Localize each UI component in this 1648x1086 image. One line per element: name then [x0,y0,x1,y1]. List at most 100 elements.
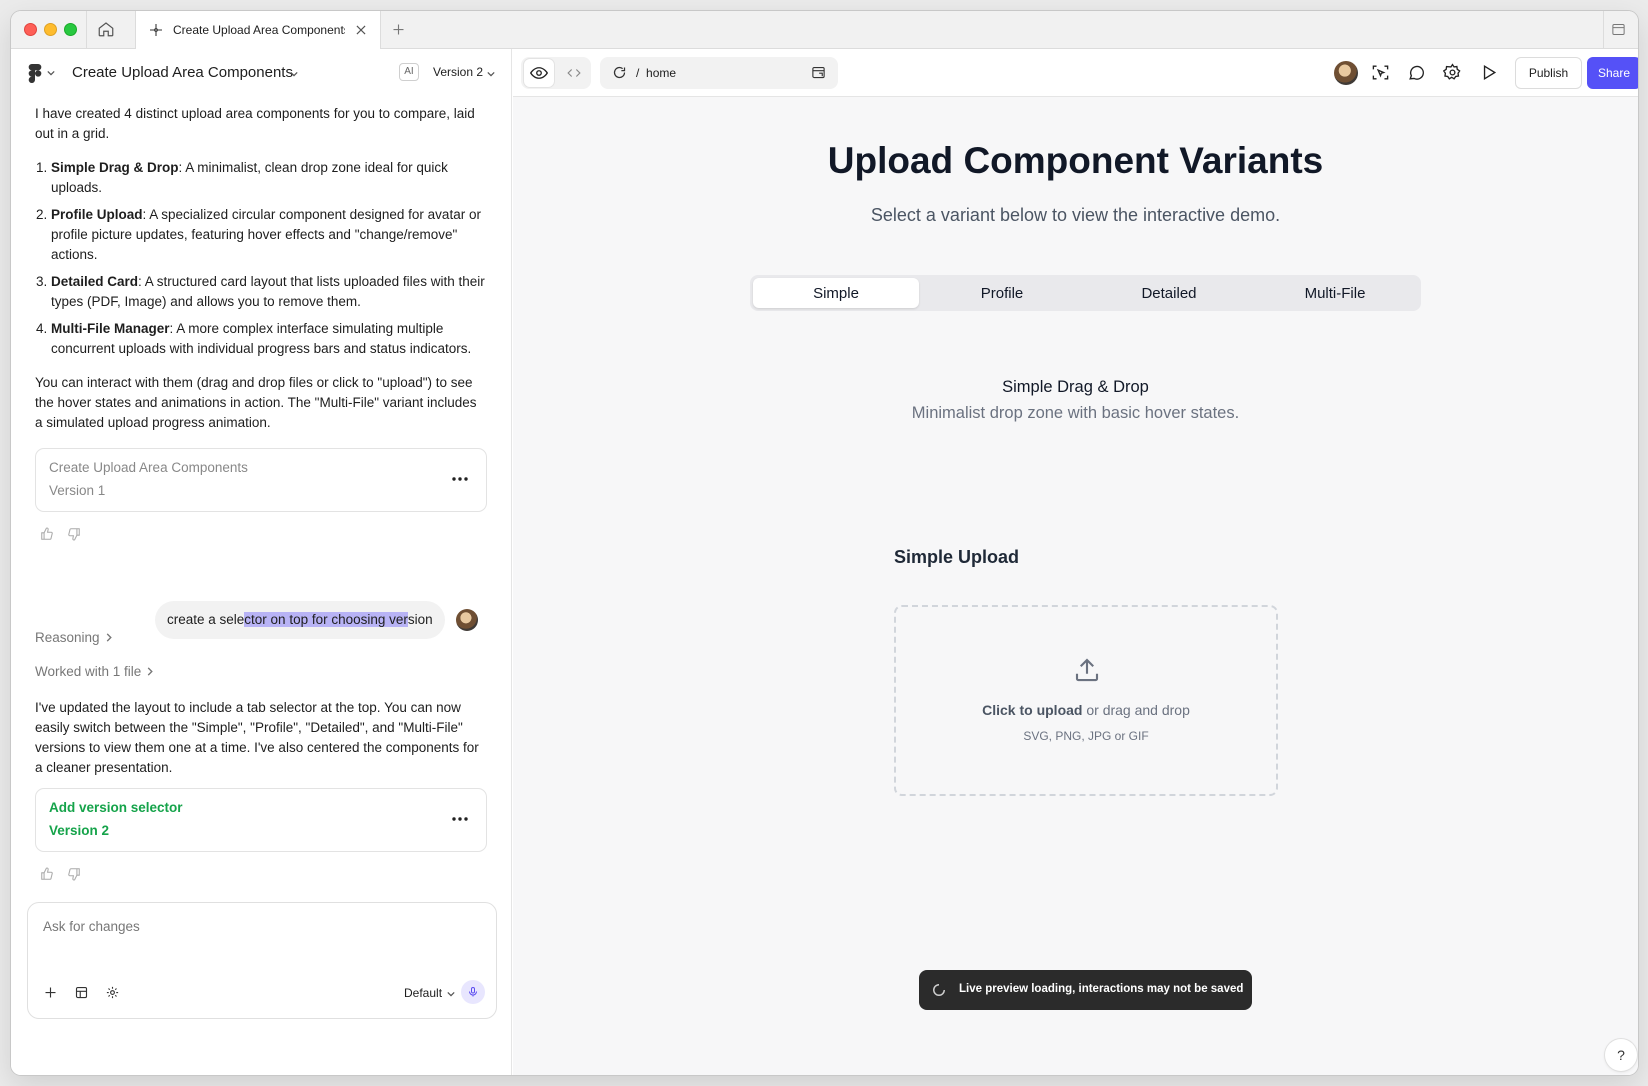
thumbs-down-icon[interactable] [67,867,81,881]
figma-make-icon [148,22,164,38]
spinner-icon [932,983,946,997]
variant-tabs: Simple Profile Detailed Multi-File [750,275,1421,311]
dropzone-label-rest: or drag and drop [1082,702,1190,718]
model-selector[interactable]: Default [404,986,442,1000]
version-card[interactable]: Add version selector Version 2 [35,788,487,852]
chat-header: Create Upload Area Components AI Version… [11,49,511,97]
eye-icon[interactable] [524,59,554,87]
share-button[interactable]: Share [1587,57,1638,89]
user-message-text: create a sele [167,612,245,627]
message-text: I've updated the layout to include a tab… [35,700,479,775]
close-icon[interactable] [354,23,368,37]
tab-multi-file[interactable]: Multi-File [1252,278,1418,308]
variant-list: Simple Drag & Drop: A minimalist, clean … [35,158,487,359]
reasoning-toggle[interactable]: Reasoning [35,630,112,645]
help-button[interactable]: ? [1605,1039,1637,1071]
version-card[interactable]: Create Upload Area Components Version 1 [35,448,487,512]
feedback-buttons [40,527,81,541]
code-icon[interactable] [559,59,589,87]
upload-dropzone[interactable]: Click to upload or drag and drop SVG, PN… [894,605,1278,796]
attach-icon[interactable] [74,985,89,1000]
preview-panel: / home Publish Share Upload Component Va… [513,49,1638,1075]
assistant-message: I've updated the layout to include a tab… [35,698,487,778]
list-item-title: Multi-File Manager [51,321,170,336]
thumbs-up-icon[interactable] [40,527,54,541]
url-text: / home [636,66,677,80]
user-message: create a selector on top for choosing ve… [155,601,445,639]
thumbs-down-icon[interactable] [67,527,81,541]
mic-icon[interactable] [461,980,485,1004]
divider [1603,11,1604,49]
page-title: Upload Component Variants [827,140,1324,181]
plus-icon[interactable] [391,22,406,37]
close-window-button[interactable] [24,23,37,36]
tab-detailed[interactable]: Detailed [1086,278,1252,308]
home-icon[interactable] [97,20,117,40]
view-toggle [521,57,591,89]
chevron-right-icon [106,633,112,642]
section-title: Simple Upload [894,547,1020,567]
toast-text: Live preview loading, interactions may n… [959,983,1244,995]
feedback-buttons [40,867,81,881]
tab-simple[interactable]: Simple [753,278,919,308]
ai-badge: AI [399,63,419,81]
url-bar[interactable]: / home [600,57,838,89]
reload-icon[interactable] [612,65,627,80]
chevron-down-icon[interactable] [447,991,455,997]
settings-icon[interactable] [1443,63,1462,82]
page-subtitle: Select a variant below to view the inter… [870,205,1281,225]
variant-title: Simple Drag & Drop [1002,378,1149,396]
browser-window: Create Upload Area Components Create Upl… [11,11,1638,1075]
list-item: Profile Upload: A specialized circular c… [51,205,487,265]
plus-icon[interactable] [43,985,58,1000]
figma-icon[interactable] [28,64,42,83]
more-icon[interactable] [452,817,468,821]
chat-input[interactable] [43,919,483,934]
assistant-message: I have created 4 distinct upload area co… [35,104,487,433]
thumbs-up-icon[interactable] [40,867,54,881]
list-item: Multi-File Manager: A more complex inter… [51,319,487,359]
message-intro: I have created 4 distinct upload area co… [35,106,475,141]
composer: Default [27,902,497,1019]
version-card-title: Add version selector [49,800,183,815]
chevron-down-icon[interactable] [47,70,55,76]
list-item-title: Detailed Card [51,274,139,289]
list-item: Simple Drag & Drop: A minimalist, clean … [51,158,487,198]
version-selector[interactable]: Version 2 [433,65,483,79]
sparkle-icon[interactable] [105,985,120,1000]
worked-label: Worked with 1 file [35,664,142,679]
tab-profile[interactable]: Profile [919,278,1085,308]
minimize-window-button[interactable] [44,23,57,36]
more-icon[interactable] [452,477,468,481]
sidebar-icon[interactable] [1611,22,1626,37]
chevron-down-icon[interactable] [290,71,298,77]
chat-panel: Create Upload Area Components AI Version… [11,49,512,1075]
divider [86,11,87,49]
preview-canvas: Upload Component Variants Select a varia… [513,97,1638,1075]
version-card-title: Create Upload Area Components [49,460,248,475]
click-to-upload[interactable]: Click to upload [982,702,1082,718]
publish-button[interactable]: Publish [1515,57,1582,89]
message-outro: You can interact with them (drag and dro… [35,375,477,430]
chevron-down-icon[interactable] [487,71,495,77]
play-icon[interactable] [1479,63,1498,82]
url-path: home [646,66,677,80]
upload-icon [1072,655,1102,685]
variant-description: Minimalist drop zone with basic hover st… [911,404,1240,422]
inspect-icon[interactable] [1371,63,1390,82]
browser-tab[interactable]: Create Upload Area Components [135,11,381,50]
selected-text: ctor on top for choosing ver [244,612,408,627]
title-bar: Create Upload Area Components [11,11,1638,50]
list-item-title: Simple Drag & Drop [51,160,179,175]
user-message-text: sion [407,612,433,627]
dropzone-hint: SVG, PNG, JPG or GIF [1023,729,1149,743]
avatar[interactable] [1334,61,1358,85]
external-icon[interactable] [811,65,826,80]
worked-files-toggle[interactable]: Worked with 1 file [35,664,154,679]
comment-icon[interactable] [1407,63,1426,82]
tab-title: Create Upload Area Components [173,23,345,37]
list-item-title: Profile Upload [51,207,143,222]
reasoning-label: Reasoning [35,630,100,645]
maximize-window-button[interactable] [64,23,77,36]
project-title[interactable]: Create Upload Area Components [72,64,293,81]
